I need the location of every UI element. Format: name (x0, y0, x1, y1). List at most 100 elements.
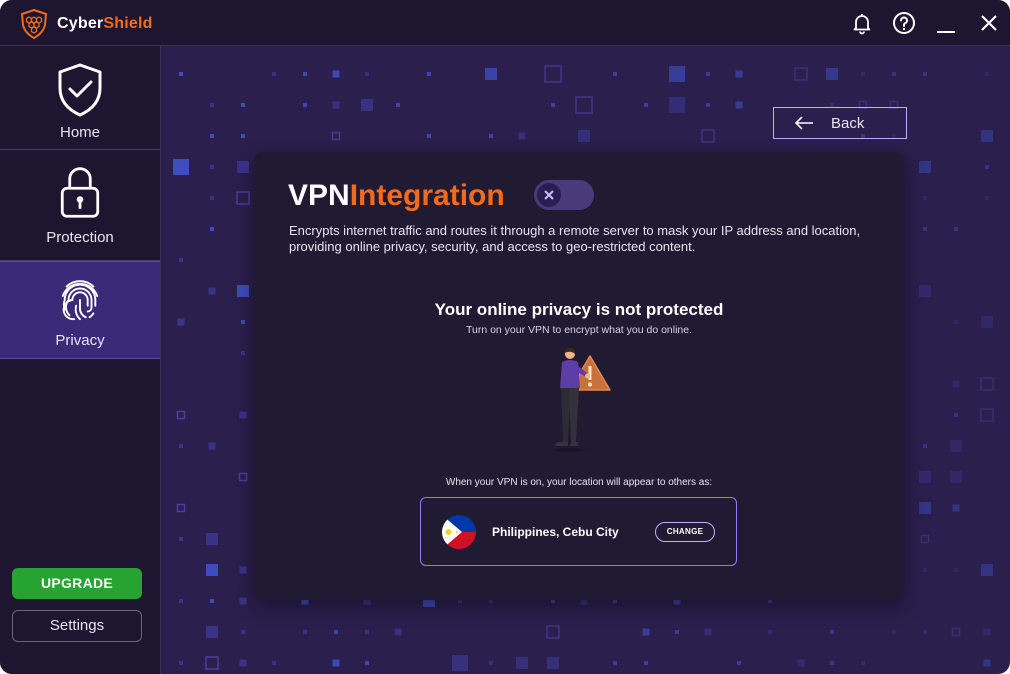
sidebar-item-privacy[interactable]: Privacy (0, 261, 160, 359)
pattern-square (394, 628, 402, 636)
pattern-square (303, 103, 307, 107)
pattern-square (797, 659, 805, 667)
pattern-square (892, 72, 896, 76)
sidebar: Home Protection Privacy UPGRADE Settings (0, 46, 161, 674)
help-icon[interactable] (892, 11, 916, 35)
pattern-square (238, 472, 248, 482)
bell-icon[interactable] (850, 11, 874, 35)
pattern-square (179, 444, 183, 448)
pattern-square (919, 285, 931, 297)
pattern-square (331, 131, 341, 141)
pattern-square (954, 568, 958, 572)
pattern-square (239, 411, 247, 419)
pattern-square (983, 628, 991, 636)
pattern-square (737, 661, 741, 665)
pattern-square (919, 502, 931, 514)
location-note: When your VPN is on, your location will … (445, 477, 713, 488)
pattern-square (272, 661, 276, 665)
pattern-square (981, 564, 993, 576)
close-icon[interactable] (977, 11, 1001, 35)
pattern-square (179, 661, 183, 665)
back-label: Back (831, 115, 865, 132)
pattern-square (236, 191, 250, 205)
pattern-square (980, 377, 994, 391)
minimize-icon[interactable] (934, 11, 958, 35)
pattern-square (241, 103, 245, 107)
pattern-square (981, 130, 993, 142)
pattern-square (923, 72, 927, 76)
pattern-square (237, 161, 249, 173)
vpn-toggle[interactable] (534, 180, 594, 210)
pattern-square (985, 72, 989, 76)
brand-text: Cyber (57, 15, 104, 32)
pattern-square (830, 630, 834, 634)
location-name: Philippines, Cebu City (492, 525, 619, 539)
pattern-square (208, 442, 216, 450)
pattern-square (179, 258, 183, 262)
pattern-square (981, 316, 993, 328)
back-button[interactable]: Back (773, 107, 907, 139)
pattern-square (983, 659, 991, 667)
pattern-square (206, 564, 218, 576)
page-title: VPNIntegration (288, 179, 505, 213)
pattern-square (954, 320, 958, 324)
pattern-square (985, 165, 989, 169)
pattern-square (980, 408, 994, 422)
sidebar-item-label: Protection (46, 229, 114, 246)
sidebar-item-protection[interactable]: Protection (0, 150, 160, 261)
pattern-square (303, 72, 307, 76)
pattern-square (546, 625, 560, 639)
settings-button[interactable]: Settings (12, 610, 142, 642)
pattern-square (365, 72, 369, 76)
pattern-square (210, 227, 214, 231)
brand-accent-text: Shield (103, 15, 153, 32)
pattern-square (669, 97, 685, 113)
person-warning-illustration (554, 347, 611, 452)
pattern-square (176, 410, 186, 420)
pattern-square (365, 661, 369, 665)
pattern-square (206, 533, 218, 545)
pattern-square (923, 227, 927, 231)
pattern-square (920, 534, 930, 544)
vpn-description: Encrypts internet traffic and routes it … (289, 223, 861, 254)
pattern-square (952, 504, 960, 512)
pattern-square (489, 134, 493, 138)
pattern-square (642, 628, 650, 636)
pattern-square (518, 132, 526, 140)
pattern-square (176, 503, 186, 513)
shield-hex-logo-icon (20, 9, 48, 39)
toggle-knob (537, 183, 561, 207)
pattern-square (210, 103, 214, 107)
pattern-square (578, 130, 590, 142)
upgrade-button[interactable]: UPGRADE (12, 568, 142, 599)
pattern-square (177, 318, 185, 326)
sidebar-item-home[interactable]: Home (0, 46, 160, 150)
change-location-button[interactable]: CHANGE (655, 522, 715, 542)
pattern-square (179, 537, 183, 541)
pattern-square (332, 70, 340, 78)
x-icon (544, 190, 554, 200)
pattern-square (241, 134, 245, 138)
vpn-card: VPNIntegration Encrypts internet traffic… (254, 152, 904, 600)
pattern-square (669, 66, 685, 82)
pattern-square (794, 67, 808, 81)
pattern-square (892, 630, 896, 634)
sidebar-item-label: Home (59, 124, 100, 141)
pattern-square (830, 661, 834, 665)
pattern-square (951, 627, 961, 637)
pattern-square (427, 72, 431, 76)
pattern-square (210, 165, 214, 169)
pattern-square (241, 630, 245, 634)
pattern-square (950, 440, 962, 452)
pattern-square (551, 103, 555, 107)
pattern-square (396, 103, 400, 107)
shield-check-icon (58, 63, 102, 117)
pattern-square (206, 626, 218, 638)
pattern-square (954, 413, 958, 417)
pattern-square (427, 134, 431, 138)
pattern-square (361, 99, 373, 111)
pattern-square (239, 597, 247, 605)
pattern-square (179, 72, 183, 76)
location-selector: Philippines, Cebu City CHANGE (420, 497, 737, 566)
pattern-square (272, 72, 276, 76)
